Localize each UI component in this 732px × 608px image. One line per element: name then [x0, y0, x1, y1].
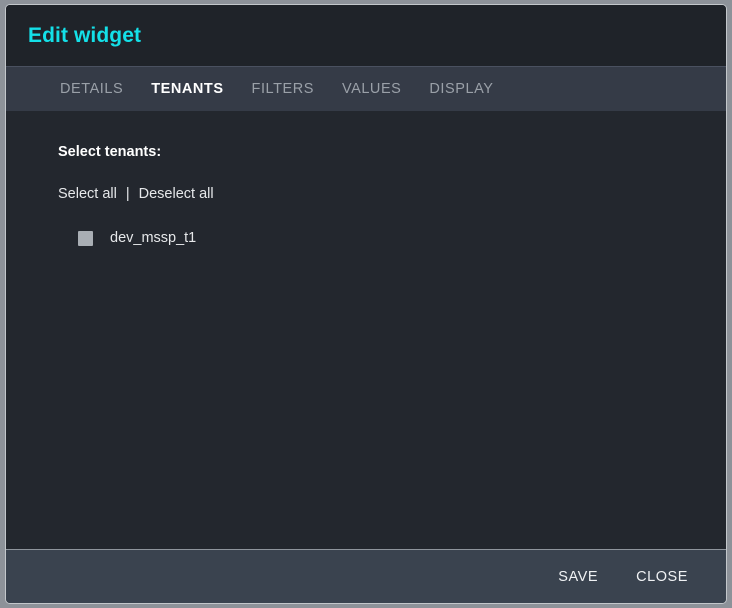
select-tenants-label: Select tenants:: [58, 144, 162, 160]
tab-details[interactable]: DETAILS: [46, 81, 137, 97]
dialog-title: Edit widget: [28, 24, 142, 47]
edit-widget-dialog: Edit widget DETAILS TENANTS FILTERS VALU…: [5, 4, 727, 604]
dialog-header: Edit widget: [6, 5, 726, 66]
tenant-name-label: dev_mssp_t1: [110, 229, 197, 246]
list-item: dev_mssp_t1: [78, 227, 726, 249]
tab-filters[interactable]: FILTERS: [238, 81, 328, 97]
tab-values[interactable]: VALUES: [328, 81, 415, 97]
dialog-footer: SAVE CLOSE: [6, 549, 726, 603]
save-button[interactable]: SAVE: [544, 561, 612, 593]
tab-tenants[interactable]: TENANTS: [137, 81, 237, 97]
tenant-checkbox[interactable]: [78, 230, 93, 246]
tenants-panel: Select tenants: Select all | Deselect al…: [6, 111, 726, 549]
tab-bar: DETAILS TENANTS FILTERS VALUES DISPLAY: [6, 66, 726, 111]
select-links-separator: |: [125, 185, 130, 202]
close-button[interactable]: CLOSE: [622, 561, 702, 593]
deselect-all-link[interactable]: Deselect all: [139, 186, 214, 202]
select-all-controls: Select all | Deselect all: [58, 185, 726, 202]
tab-display[interactable]: DISPLAY: [415, 81, 507, 97]
select-all-link[interactable]: Select all: [58, 186, 117, 202]
